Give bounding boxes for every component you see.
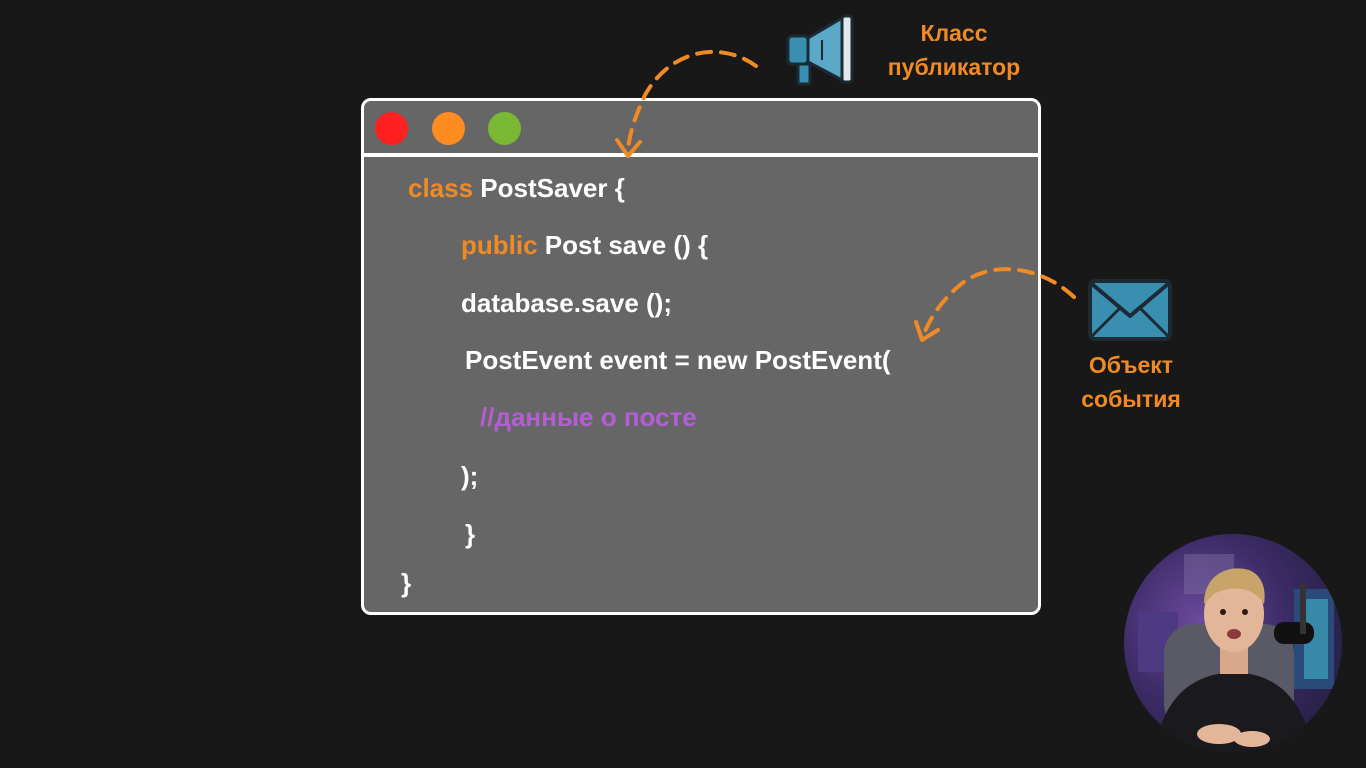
code-text: } <box>401 568 412 598</box>
publisher-label-line2: публикатор <box>887 54 1021 80</box>
minimize-dot <box>432 112 465 145</box>
code-text: Post save () { <box>537 230 709 260</box>
window-titlebar <box>364 101 1038 157</box>
envelope-icon <box>1088 279 1172 341</box>
publisher-label-line1: Класс <box>920 20 988 46</box>
code-line-1: class PostSaver { <box>408 173 625 203</box>
event-label-line2: события <box>1081 386 1181 412</box>
code-text: PostEvent event = new PostEvent( <box>465 345 891 375</box>
code-keyword: public <box>461 230 538 260</box>
code-line-6: ); <box>461 461 478 491</box>
code-line-8: } <box>401 568 411 598</box>
code-line-4: PostEvent event = new PostEvent( <box>465 345 891 375</box>
slide: class PostSaver { public Post save () { … <box>0 0 1366 768</box>
code-line-3: database.save (); <box>461 288 672 318</box>
code-text: } <box>465 519 476 549</box>
code-line-5: //данные о посте <box>480 402 697 432</box>
code-text: PostSaver { <box>473 173 625 203</box>
code-text: database.save (); <box>461 288 672 318</box>
code-window: class PostSaver { public Post save () { … <box>361 98 1041 615</box>
presenter-video <box>1124 534 1342 752</box>
event-label-line1: Объект <box>1088 352 1174 378</box>
code-text: ); <box>461 461 479 491</box>
event-label: Объект события <box>1066 348 1196 416</box>
presenter-silhouette <box>1138 554 1334 752</box>
maximize-dot <box>488 112 521 145</box>
megaphone-icon <box>786 14 854 86</box>
code-keyword: class <box>408 173 474 203</box>
close-dot <box>375 112 408 145</box>
code-line-2: public Post save () { <box>461 230 708 260</box>
code-line-7: } <box>465 519 475 549</box>
code-comment: //данные о посте <box>480 402 697 432</box>
publisher-label: Класс публикатор <box>872 16 1036 84</box>
